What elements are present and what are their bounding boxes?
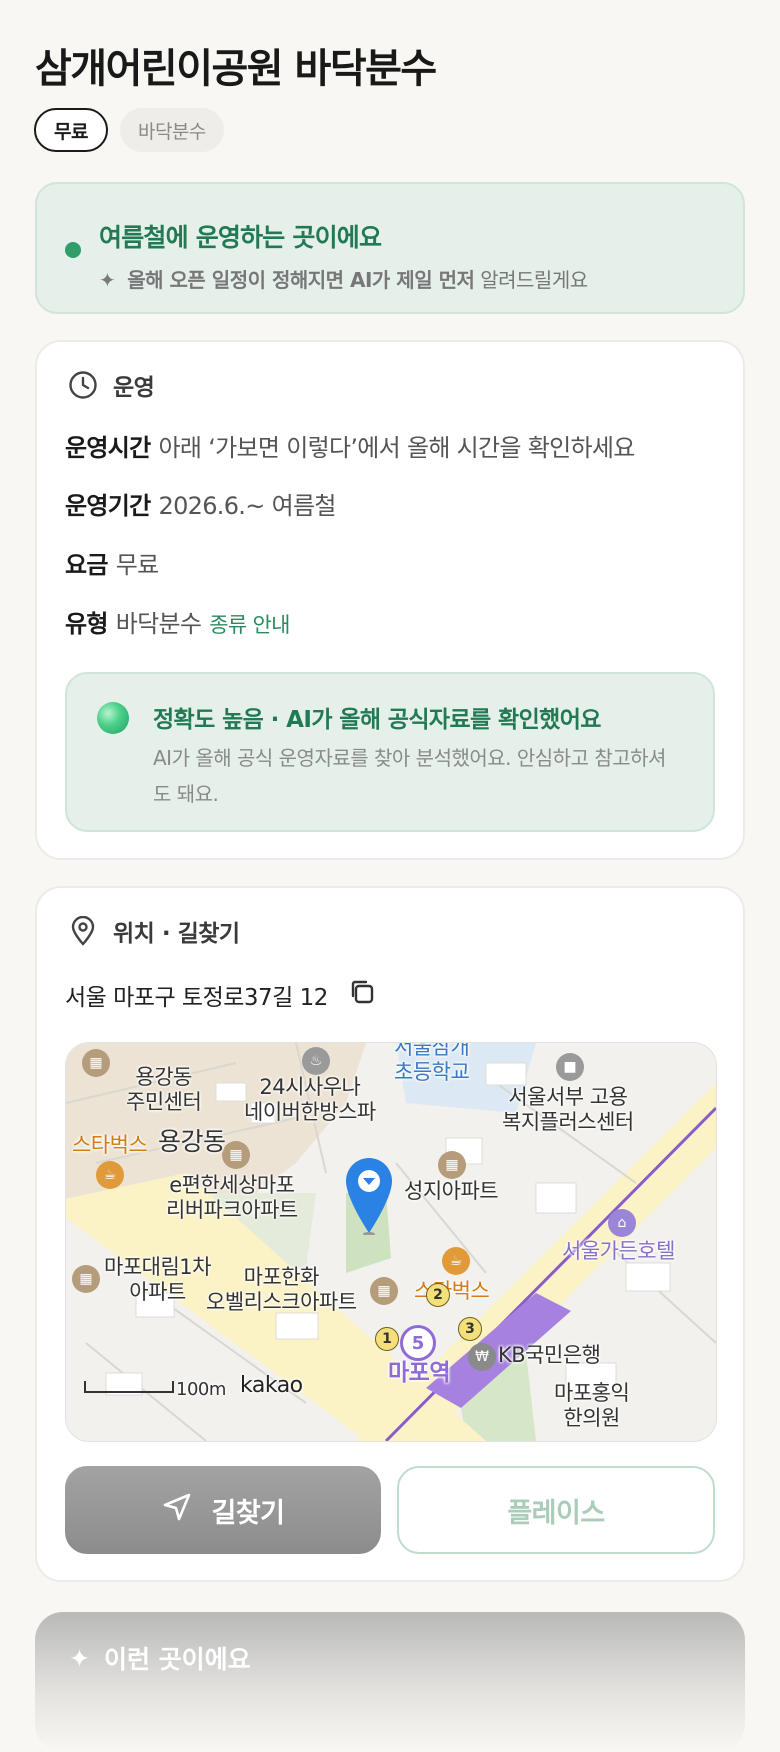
- map-label: 마포홍익 한의원: [554, 1381, 630, 1430]
- directions-label: 길찾기: [211, 1497, 285, 1529]
- map-label: 24시사우나 네이버한방스파: [244, 1075, 376, 1124]
- address-text: 서울 마포구 토정로37길 12: [65, 985, 328, 1011]
- building-icon: ▦: [438, 1151, 466, 1179]
- info-value: 아래 ‘가보면 이렇다’에서 올해 시간을 확인하세요: [158, 434, 636, 462]
- exit-1-badge: 1: [375, 1327, 399, 1351]
- map-label: 스타벅스: [72, 1133, 148, 1157]
- info-value: 무료: [115, 551, 159, 579]
- cafe-icon: ☕: [442, 1247, 470, 1275]
- map-label: 서울서부 고용 복지플러스센터: [502, 1085, 634, 1134]
- station-label: 마포역: [388, 1360, 450, 1386]
- sparkle-icon: ✦: [69, 1643, 90, 1673]
- info-row-period: 운영기간 2026.6.~ 여름철: [65, 486, 336, 521]
- action-buttons: 길찾기 플레이스: [65, 1466, 715, 1554]
- ai-orb-icon: [97, 702, 129, 734]
- next-section-header: ✦ 이런 곳이에요: [69, 1640, 251, 1676]
- info-row-hours: 운영시간 아래 ‘가보면 이렇다’에서 올해 시간을 확인하세요: [65, 428, 635, 463]
- info-key: 운영시간: [65, 434, 151, 462]
- copy-icon[interactable]: [348, 978, 376, 1012]
- map-view[interactable]: ▦ ♨ ■ ☕ ▦ ▦ ⌂ ▦ ▦ ☕ ₩ 용강동 주민센터 24시사우나 네이버한…: [65, 1042, 717, 1442]
- tag-chips: 무료 바닥분수: [34, 108, 224, 152]
- next-section-card: ✦ 이런 곳이에요: [35, 1612, 745, 1752]
- building-icon: ▦: [72, 1265, 100, 1293]
- exit-3-badge: 3: [458, 1317, 482, 1341]
- building-icon: ▦: [82, 1049, 110, 1077]
- cafe-icon: ☕: [96, 1161, 124, 1189]
- info-key: 운영기간: [65, 492, 151, 520]
- season-sub-bold: 올해 오픈 일정이 정해지면 AI가 제일 먼저: [127, 268, 475, 292]
- map-scale-bar: [84, 1381, 174, 1393]
- status-dot-icon: [65, 242, 81, 258]
- sauna-icon: ♨: [302, 1047, 330, 1075]
- school-marker-icon: ■: [556, 1053, 584, 1081]
- season-sub-rest: 알려드릴게요: [474, 268, 588, 292]
- info-key: 요금: [65, 551, 108, 579]
- operation-card: 운영 운영시간 아래 ‘가보면 이렇다’에서 올해 시간을 확인하세요 운영기간 2…: [35, 340, 745, 860]
- location-card: 위치 · 길찾기 서울 마포구 토정로37길 12 ▦ ♨ ■ ☕ ▦ ▦ ⌂ …: [35, 886, 745, 1582]
- clock-icon: [67, 369, 99, 401]
- place-detail-page: 삼개어린이공원 바닥분수 무료 바닥분수 여름철에 운영하는 곳이에요 ✦ 올해 …: [0, 0, 780, 1752]
- building-icon: ▦: [222, 1141, 250, 1169]
- map-pin-icon: [67, 915, 99, 947]
- map-label: e편한세상마포 리버파크아파트: [166, 1173, 298, 1222]
- next-section-label: 이런 곳이에요: [103, 1645, 251, 1674]
- accuracy-notice: 정확도 높음 · AI가 올해 공식자료를 확인했어요 AI가 올해 공식 운영…: [65, 672, 715, 832]
- season-headline: 여름철에 운영하는 곳이에요: [99, 223, 382, 252]
- map-label: 마포한화 오벨리스크아파트: [206, 1265, 357, 1314]
- navigation-arrow-icon: [161, 1491, 193, 1530]
- chip-fee[interactable]: 무료: [34, 108, 108, 152]
- accuracy-body: AI가 올해 공식 운영자료를 찾아 분석했어요. 안심하고 참고하셔도 돼요.: [153, 746, 666, 806]
- info-key: 유형: [65, 610, 108, 638]
- exit-2-badge: 2: [426, 1283, 450, 1307]
- season-sub: ✦ 올해 오픈 일정이 정해지면 AI가 제일 먼저 알려드릴게요: [99, 264, 588, 293]
- building-icon: ▦: [370, 1277, 398, 1305]
- info-row-fee: 요금 무료: [65, 545, 159, 580]
- map-label: 서울삼개 초등학교: [394, 1042, 470, 1084]
- accuracy-headline: 정확도 높음 · AI가 올해 공식자료를 확인했어요: [153, 707, 601, 733]
- subway-line-5-icon: 5: [400, 1325, 436, 1361]
- address-row: 서울 마포구 토정로37길 12: [65, 978, 376, 1012]
- map-label: 마포대림1차 아파트: [104, 1255, 211, 1304]
- map-scale-label: 100m: [176, 1379, 226, 1400]
- info-value: 바닥분수: [115, 610, 202, 638]
- map-brand-logo: kakao: [240, 1373, 303, 1398]
- bank-icon: ₩: [468, 1343, 496, 1371]
- operation-label: 운영: [113, 375, 155, 401]
- info-value: 2026.6.~ 여름철: [158, 492, 337, 520]
- hotel-icon: ⌂: [608, 1209, 636, 1237]
- directions-button[interactable]: 길찾기: [65, 1466, 381, 1554]
- map-label: 서울가든호텔: [562, 1239, 675, 1263]
- info-row-type: 유형 바닥분수 종류 안내: [65, 604, 290, 639]
- operation-header: 운영: [67, 368, 155, 402]
- type-guide-link[interactable]: 종류 안내: [209, 613, 290, 637]
- chip-type[interactable]: 바닥분수: [119, 108, 224, 152]
- place-button[interactable]: 플레이스: [397, 1466, 715, 1554]
- sparkle-icon: ✦: [99, 268, 116, 292]
- map-label: 용강동 주민센터: [126, 1065, 202, 1114]
- map-label: 성지아파트: [404, 1179, 499, 1203]
- map-label: KB국민은행: [498, 1343, 601, 1367]
- location-label: 위치 · 길찾기: [113, 921, 240, 947]
- map-label: 용강동: [158, 1127, 226, 1156]
- page-title: 삼개어린이공원 바닥분수: [35, 46, 437, 92]
- season-notice: 여름철에 운영하는 곳이에요 ✦ 올해 오픈 일정이 정해지면 AI가 제일 먼저…: [35, 182, 745, 314]
- location-header: 위치 · 길찾기: [67, 914, 240, 948]
